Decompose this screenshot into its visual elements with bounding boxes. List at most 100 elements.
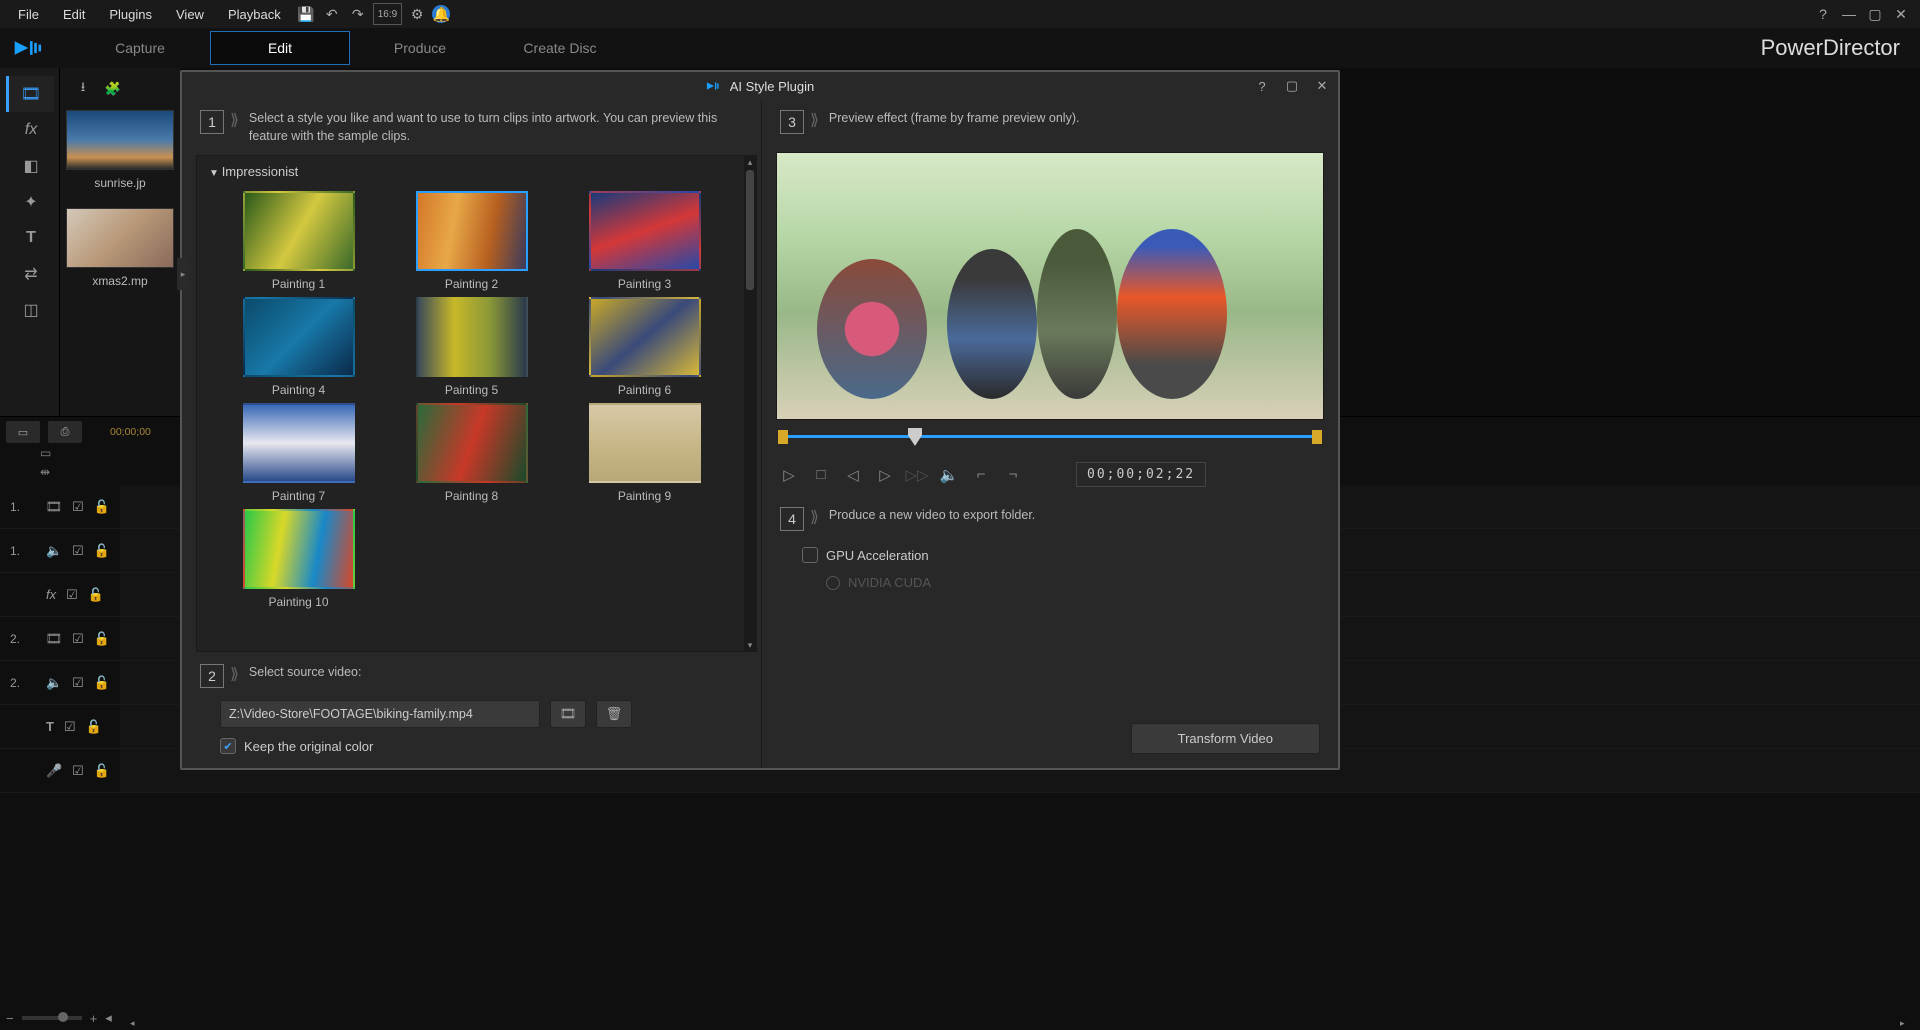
style-item[interactable]: Painting 5 <box>400 297 543 397</box>
timeline-scrollbar[interactable]: ◂▸ <box>130 1018 1910 1026</box>
particle-room-icon[interactable]: ✦ <box>6 184 54 220</box>
preview-slider[interactable] <box>778 430 1322 442</box>
track-lock-icon[interactable]: 🔓 <box>86 719 102 735</box>
menu-plugins[interactable]: Plugins <box>99 3 162 26</box>
aspect-ratio-dropdown[interactable]: 16:9 <box>373 3 402 25</box>
scroll-thumb[interactable] <box>746 170 754 290</box>
track-lock-icon[interactable]: 🔓 <box>94 543 110 559</box>
gpu-acceleration-checkbox[interactable]: GPU Acceleration <box>802 547 1320 563</box>
mark-out-icon[interactable]: ¬ <box>1004 466 1022 483</box>
timeline-subtool-1[interactable]: ▭ <box>40 446 51 460</box>
category-impressionist[interactable]: Impressionist <box>197 156 756 187</box>
next-frame-icon[interactable]: ▷ <box>876 466 894 484</box>
track-visible-icon[interactable]: ☑ <box>72 675 84 691</box>
import-icon[interactable]: ⭳ <box>72 78 94 100</box>
settings-icon[interactable]: ⚙ <box>406 3 428 25</box>
keep-color-checkbox[interactable]: ✔ Keep the original color <box>220 738 743 754</box>
zoom-in-icon[interactable]: + <box>90 1011 98 1026</box>
dialog-maximize-icon[interactable]: ▢ <box>1282 76 1302 96</box>
zoom-fit-icon[interactable]: ◂ <box>105 1010 112 1026</box>
save-icon[interactable]: 💾 <box>295 3 317 25</box>
menu-file[interactable]: File <box>8 3 49 26</box>
pip-room-icon[interactable]: ◧ <box>6 148 54 184</box>
close-icon[interactable]: ✕ <box>1890 3 1912 25</box>
media-item[interactable]: sunrise.jp <box>66 110 174 190</box>
dialog-help-icon[interactable]: ? <box>1252 76 1272 96</box>
track-lock-icon[interactable]: 🔓 <box>88 587 104 603</box>
style-label: Painting 10 <box>227 595 370 609</box>
slider-in-point[interactable] <box>778 430 788 444</box>
play-icon[interactable]: ▷ <box>780 466 798 484</box>
mode-produce[interactable]: Produce <box>350 31 490 65</box>
menu-view[interactable]: View <box>166 3 214 26</box>
undo-icon[interactable]: ↶ <box>321 3 343 25</box>
track-visible-icon[interactable]: ☑ <box>72 763 84 779</box>
browse-button[interactable]: 🎞 <box>550 700 586 728</box>
slider-out-point[interactable] <box>1312 430 1322 444</box>
fx-room-icon[interactable]: fx <box>6 112 54 148</box>
media-room-icon[interactable]: 🎞 <box>6 76 54 112</box>
mute-icon[interactable]: 🔈 <box>940 466 958 484</box>
audio-room-icon[interactable]: ◫ <box>6 292 54 328</box>
transform-video-button[interactable]: Transform Video <box>1131 723 1320 754</box>
checkbox-checked-icon: ✔ <box>220 738 236 754</box>
notification-icon[interactable]: 🔔 <box>432 5 450 23</box>
mode-create-disc[interactable]: Create Disc <box>490 31 630 65</box>
delete-source-button[interactable]: 🗑 <box>596 700 632 728</box>
prev-frame-icon[interactable]: ◁ <box>844 466 862 484</box>
gpu-accel-label: GPU Acceleration <box>826 548 929 563</box>
menu-edit[interactable]: Edit <box>53 3 95 26</box>
style-item[interactable]: Painting 3 <box>573 191 716 291</box>
track-visible-icon[interactable]: ☑ <box>66 587 78 603</box>
zoom-out-icon[interactable]: − <box>6 1011 14 1026</box>
mode-edit[interactable]: Edit <box>210 31 350 65</box>
timeline-time-start: 00;00;00 <box>110 426 151 438</box>
style-item[interactable]: Painting 7 <box>227 403 370 503</box>
track-visible-icon[interactable]: ☑ <box>72 499 84 515</box>
title-track-icon: T <box>46 719 54 734</box>
mode-capture[interactable]: Capture <box>70 31 210 65</box>
app-logo <box>0 36 60 60</box>
source-video-input[interactable] <box>220 700 540 728</box>
minimize-icon[interactable]: — <box>1838 3 1860 25</box>
title-room-icon[interactable]: T <box>6 220 54 256</box>
checkbox-unchecked-icon <box>802 547 818 563</box>
style-item[interactable]: Painting 10 <box>227 509 370 609</box>
track-lock-icon[interactable]: 🔓 <box>94 631 110 647</box>
expand-library-icon[interactable]: ▸ <box>177 258 189 290</box>
menu-playback[interactable]: Playback <box>218 3 291 26</box>
scroll-down-icon[interactable]: ▾ <box>744 639 756 651</box>
scroll-up-icon[interactable]: ▴ <box>744 156 756 168</box>
style-item[interactable]: Painting 6 <box>573 297 716 397</box>
track-visible-icon[interactable]: ☑ <box>72 631 84 647</box>
timeline-subtool-2[interactable]: ⇹ <box>40 465 50 479</box>
timeline-tool-1[interactable]: ▭ <box>6 421 40 443</box>
preview-controls: ▷ □ ◁ ▷ ▷▷ 🔈 ⌐ ¬ 00;00;02;22 <box>762 452 1338 497</box>
track-visible-icon[interactable]: ☑ <box>72 543 84 559</box>
style-item[interactable]: Painting 2 <box>400 191 543 291</box>
slider-playhead[interactable] <box>908 428 922 446</box>
track-lock-icon[interactable]: 🔓 <box>94 763 110 779</box>
track-lock-icon[interactable]: 🔓 <box>94 675 110 691</box>
zoom-slider[interactable] <box>22 1016 82 1020</box>
track-visible-icon[interactable]: ☑ <box>64 719 76 735</box>
chevron-right-icon: ⟫ <box>810 110 819 130</box>
style-item[interactable]: Painting 4 <box>227 297 370 397</box>
fast-forward-icon[interactable]: ▷▷ <box>908 466 926 484</box>
style-scrollbar[interactable]: ▴ ▾ <box>744 156 756 651</box>
dialog-close-icon[interactable]: ✕ <box>1312 76 1332 96</box>
stop-icon[interactable]: □ <box>812 466 830 483</box>
help-icon[interactable]: ? <box>1812 3 1834 25</box>
track-lock-icon[interactable]: 🔓 <box>94 499 110 515</box>
nvidia-label: NVIDIA CUDA <box>848 575 931 590</box>
style-item[interactable]: Painting 1 <box>227 191 370 291</box>
redo-icon[interactable]: ↷ <box>347 3 369 25</box>
timeline-tool-2[interactable]: ⎙ <box>48 421 82 443</box>
mark-in-icon[interactable]: ⌐ <box>972 466 990 483</box>
plugin-icon[interactable]: 🧩 <box>102 78 124 100</box>
media-item[interactable]: xmas2.mp <box>66 208 174 288</box>
transition-room-icon[interactable]: ⇄ <box>6 256 54 292</box>
style-item[interactable]: Painting 9 <box>573 403 716 503</box>
style-item[interactable]: Painting 8 <box>400 403 543 503</box>
maximize-icon[interactable]: ▢ <box>1864 3 1886 25</box>
